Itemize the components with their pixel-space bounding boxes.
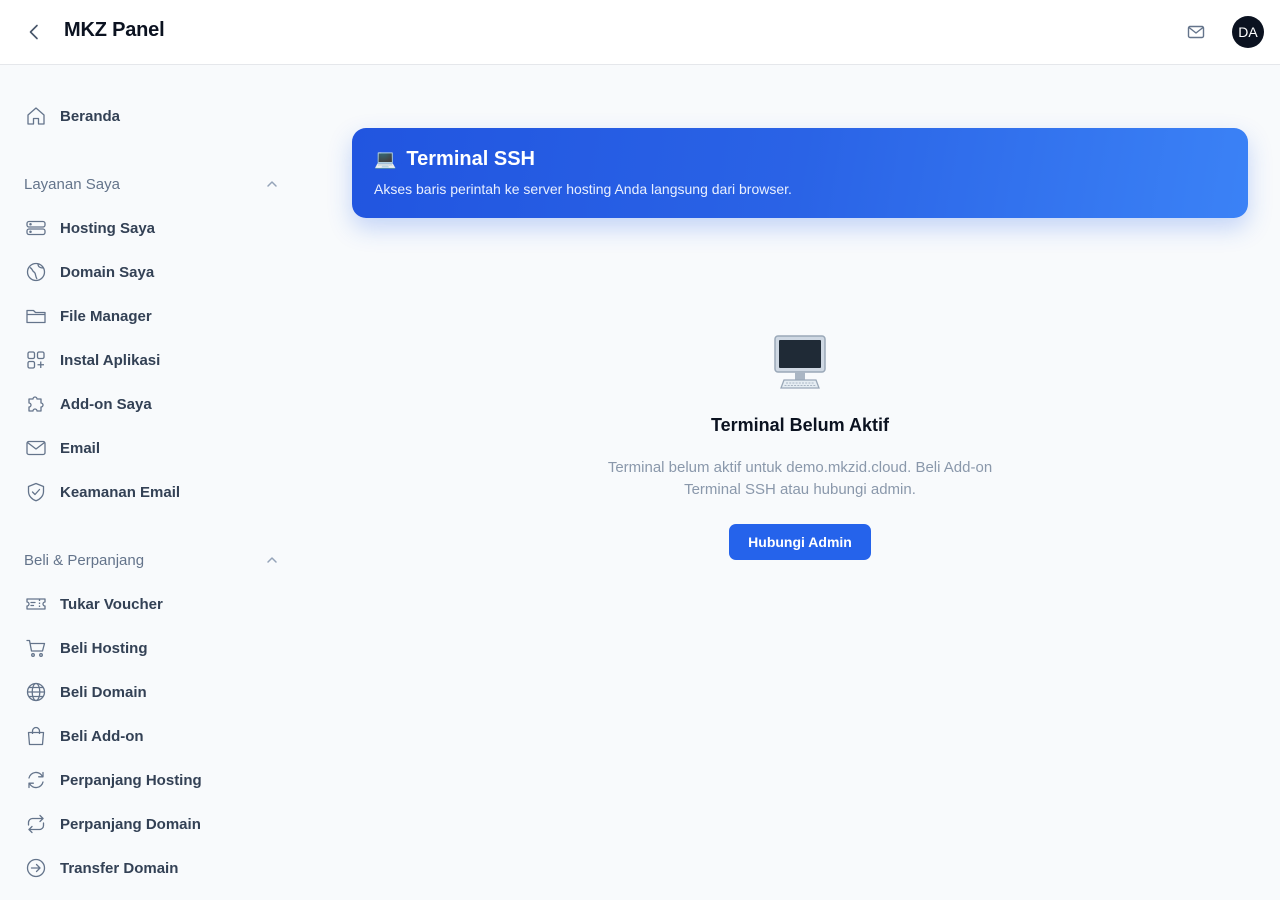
mail-icon — [24, 436, 48, 460]
refresh-alt-icon — [24, 812, 48, 836]
shopping-bag-icon — [24, 724, 48, 748]
sidebar-item-label: Perpanjang Domain — [60, 815, 201, 833]
shield-check-icon — [24, 480, 48, 504]
sidebar-item-beli-domain[interactable]: Beli Domain — [16, 674, 284, 710]
sidebar-item-label: Beli Hosting — [60, 639, 148, 657]
chevron-left-icon — [29, 24, 38, 40]
sidebar-item-email[interactable]: Email — [16, 430, 284, 466]
mail-button[interactable] — [1184, 20, 1208, 44]
section-toggle-beli-perpanjang[interactable]: Beli & Perpanjang — [24, 548, 280, 572]
page-subtitle: Akses baris perintah ke server hosting A… — [374, 181, 792, 197]
sidebar-item-label: Beli Add-on — [60, 727, 144, 745]
sidebar-item-hosting-saya[interactable]: Hosting Saya — [16, 210, 284, 246]
sidebar-item-keamanan-email[interactable]: Keamanan Email — [16, 474, 284, 510]
apps-icon — [24, 348, 48, 372]
sidebar-item-label: File Manager — [60, 307, 152, 325]
sidebar-item-label: Add-on Saya — [60, 395, 152, 413]
sidebar-item-label: Perpanjang Hosting — [60, 771, 202, 789]
app-title: MKZ Panel — [64, 19, 165, 41]
sidebar-item-label: Hosting Saya — [60, 219, 156, 237]
sidebar-item-beli-add-on[interactable]: Beli Add-on — [16, 718, 284, 754]
sidebar-item-instal-aplikasi[interactable]: Instal Aplikasi — [16, 342, 284, 378]
sidebar-item-label: Email — [60, 439, 101, 457]
mail-icon — [1187, 25, 1205, 39]
puzzle-icon — [24, 392, 48, 416]
sidebar-item-label: Keamanan Email — [60, 483, 181, 501]
chevron-up-icon — [264, 176, 280, 192]
sidebar-item-file-manager[interactable]: File Manager — [16, 298, 284, 334]
section-title: Layanan Saya — [24, 175, 120, 193]
desktop-computer-icon — [772, 334, 828, 392]
sidebar-item-beli-hosting[interactable]: Beli Hosting — [16, 630, 284, 666]
sidebar-item-label: Transfer Domain — [60, 859, 179, 877]
sidebar-item-domain-saya[interactable]: Domain Saya — [16, 254, 284, 290]
back-button[interactable] — [22, 20, 46, 44]
sidebar-item-beranda[interactable]: Beranda — [16, 98, 284, 134]
chevron-up-icon — [264, 552, 280, 568]
sidebar-item-label: Beranda — [60, 107, 121, 125]
globe-icon — [24, 260, 48, 284]
sidebar: Beranda Layanan Saya Hosting Saya Domain… — [0, 65, 300, 900]
refresh-icon — [24, 768, 48, 792]
server-icon — [24, 216, 48, 240]
section-toggle-layanan-saya[interactable]: Layanan Saya — [24, 172, 280, 196]
contact-admin-button[interactable]: Hubungi Admin — [729, 524, 871, 560]
folder-icon — [24, 304, 48, 328]
cart-icon — [24, 636, 48, 660]
home-icon — [24, 104, 48, 128]
sidebar-item-tukar-voucher[interactable]: Tukar Voucher — [16, 586, 284, 622]
sidebar-item-transfer-domain[interactable]: Transfer Domain — [16, 850, 284, 886]
page-header-banner: 💻 Terminal SSH Akses baris perintah ke s… — [352, 128, 1248, 218]
sidebar-item-perpanjang-domain[interactable]: Perpanjang Domain — [16, 806, 284, 842]
ticket-icon — [24, 592, 48, 616]
arrow-right-circle-icon — [24, 856, 48, 880]
sidebar-item-label: Domain Saya — [60, 263, 155, 281]
page-title: 💻 Terminal SSH — [374, 148, 535, 171]
sidebar-item-perpanjang-hosting[interactable]: Perpanjang Hosting — [16, 762, 284, 798]
page-title-text: Terminal SSH — [406, 148, 535, 170]
empty-state-title: Terminal Belum Aktif — [710, 415, 890, 435]
avatar[interactable]: DA — [1232, 16, 1264, 48]
top-bar: MKZ Panel DA — [0, 0, 1280, 65]
section-title: Beli & Perpanjang — [24, 551, 145, 569]
sidebar-item-label: Tukar Voucher — [60, 595, 163, 613]
sidebar-item-add-on-saya[interactable]: Add-on Saya — [16, 386, 284, 422]
laptop-icon: 💻 — [374, 149, 397, 169]
globe-icon — [24, 680, 48, 704]
sidebar-item-label: Instal Aplikasi — [60, 351, 161, 369]
empty-state-description: Terminal belum aktif untuk demo.mkzid.cl… — [607, 459, 993, 498]
sidebar-item-label: Beli Domain — [60, 683, 147, 701]
